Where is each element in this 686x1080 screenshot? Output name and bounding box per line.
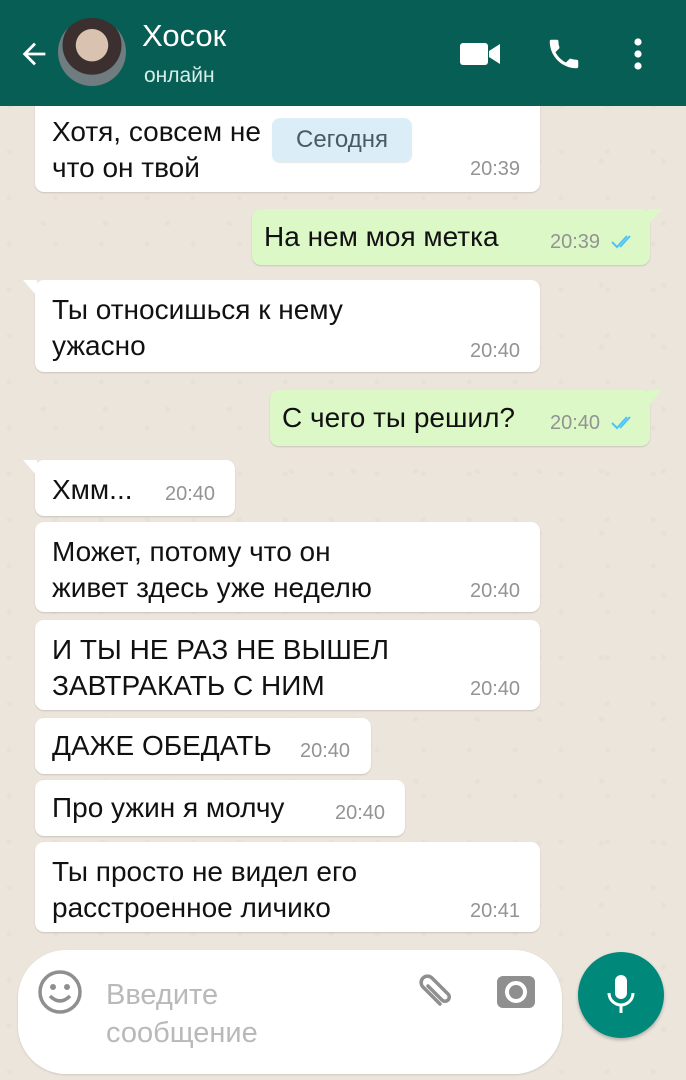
- message-text: ДАЖЕ ОБЕДАТЬ: [52, 730, 272, 761]
- message-time: 20:40: [470, 340, 521, 362]
- video-call-button[interactable]: [456, 30, 504, 78]
- message-time: 20:41: [470, 900, 521, 922]
- video-call-icon: [460, 43, 500, 65]
- message-text: Про ужин я молчу: [52, 792, 285, 823]
- message-text: На нем моя метка: [264, 221, 499, 252]
- camera-button[interactable]: [492, 968, 540, 1016]
- message-time: 20:40: [335, 802, 386, 824]
- contact-name[interactable]: Хосок: [142, 18, 226, 54]
- message-bubble-outgoing[interactable]: На нем моя метка 20:39: [252, 209, 662, 265]
- message-bubble-incoming[interactable]: Ты относишься к нему ужасно 20:40: [23, 280, 540, 372]
- message-bubble-outgoing[interactable]: С чего ты решил? 20:40: [270, 390, 662, 446]
- message-text: Ты просто не видел его: [52, 856, 358, 887]
- message-bubble-incoming[interactable]: Хмм... 20:40: [23, 460, 235, 516]
- emoji-icon: [38, 970, 82, 1014]
- message-time: 20:40: [300, 740, 351, 762]
- message-time: 20:40: [470, 580, 521, 602]
- voice-call-button[interactable]: [540, 30, 588, 78]
- message-text: ЗАВТРАКАТЬ С НИМ: [52, 670, 325, 701]
- phone-icon: [549, 39, 579, 69]
- attach-button[interactable]: [410, 968, 458, 1016]
- message-composer[interactable]: Введите сообщение: [18, 950, 562, 1074]
- avatar[interactable]: [58, 18, 126, 86]
- message-text: живет здесь уже неделю: [52, 572, 372, 603]
- chat-header: Хосок онлайн: [0, 0, 686, 106]
- camera-icon: [497, 976, 535, 1008]
- message-time: 20:39: [470, 158, 521, 180]
- message-time: 20:39: [550, 231, 601, 253]
- message-input[interactable]: Введите сообщение: [106, 976, 386, 1052]
- message-text: Хмм...: [52, 474, 133, 505]
- more-options-button[interactable]: [614, 30, 662, 78]
- message-text: Ты относишься к нему: [52, 294, 343, 325]
- message-bubble-incoming[interactable]: Про ужин я молчу 20:40: [35, 780, 405, 836]
- arrow-back-icon: [22, 42, 46, 66]
- message-time: 20:40: [470, 678, 521, 700]
- paperclip-icon: [419, 974, 451, 1006]
- back-button[interactable]: [14, 34, 54, 74]
- message-text: И ТЫ НЕ РАЗ НЕ ВЫШЕЛ: [52, 634, 389, 665]
- contact-status: онлайн: [144, 64, 215, 87]
- message-bubble-incoming[interactable]: Ты просто не видел его расстроенное личи…: [35, 842, 540, 932]
- message-text: Может, потому что он: [52, 536, 331, 567]
- date-chip: Сегодня: [272, 118, 412, 162]
- message-text: расстроенное личико: [52, 892, 331, 923]
- message-text: что он твой: [52, 152, 200, 183]
- mic-button[interactable]: [578, 952, 664, 1038]
- more-vert-icon: [634, 38, 642, 70]
- message-time: 20:40: [165, 483, 216, 505]
- message-bubble-incoming[interactable]: Может, потому что он живет здесь уже нед…: [35, 522, 540, 612]
- mic-icon: [607, 975, 635, 1013]
- emoji-button[interactable]: [36, 968, 84, 1016]
- read-ticks-icon: [611, 235, 631, 249]
- message-text: ужасно: [52, 330, 146, 361]
- read-ticks-icon: [611, 416, 631, 430]
- placeholder-line: Введите: [106, 979, 219, 1011]
- message-bubble-incoming[interactable]: ДАЖЕ ОБЕДАТЬ 20:40: [35, 718, 371, 774]
- placeholder-line: сообщение: [106, 1017, 258, 1049]
- message-text: С чего ты решил?: [282, 402, 515, 433]
- message-time: 20:40: [550, 412, 601, 434]
- message-bubble-incoming[interactable]: И ТЫ НЕ РАЗ НЕ ВЫШЕЛ ЗАВТРАКАТЬ С НИМ 20…: [35, 620, 540, 710]
- message-text: Хотя, совсем не: [52, 116, 261, 147]
